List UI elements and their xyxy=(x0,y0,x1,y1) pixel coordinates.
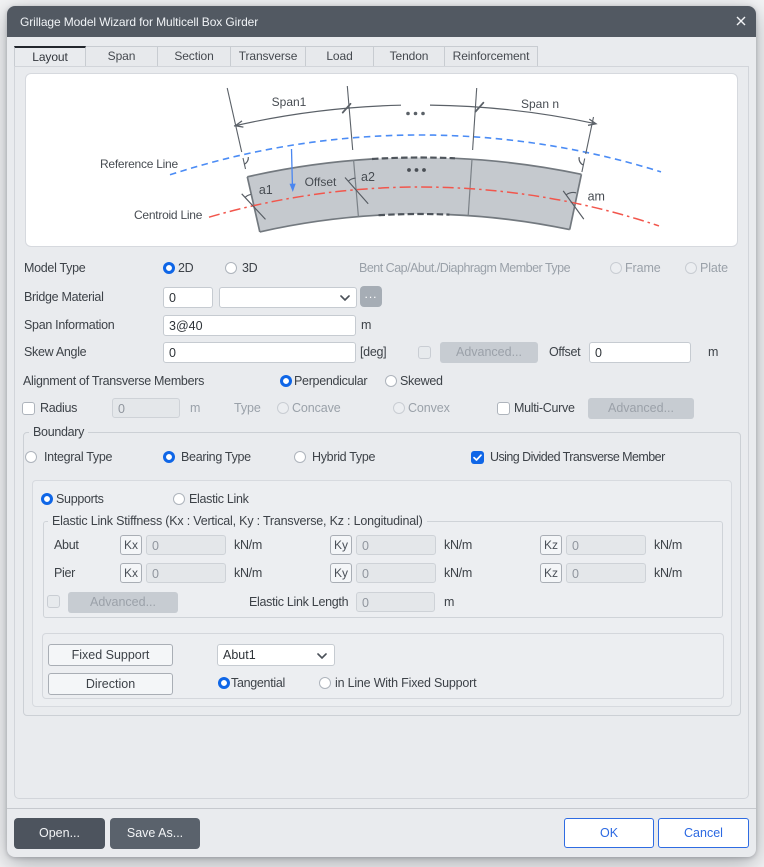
svg-text:Span1: Span1 xyxy=(272,95,307,109)
svg-text:Span n: Span n xyxy=(521,97,559,111)
svg-text:Centroid Line: Centroid Line xyxy=(134,208,203,222)
svg-text:a1: a1 xyxy=(259,183,273,197)
svg-text:Reference Line: Reference Line xyxy=(100,157,178,171)
svg-text:am: am xyxy=(588,190,605,204)
svg-text:Offset: Offset xyxy=(305,175,337,189)
svg-text:a2: a2 xyxy=(361,170,375,184)
